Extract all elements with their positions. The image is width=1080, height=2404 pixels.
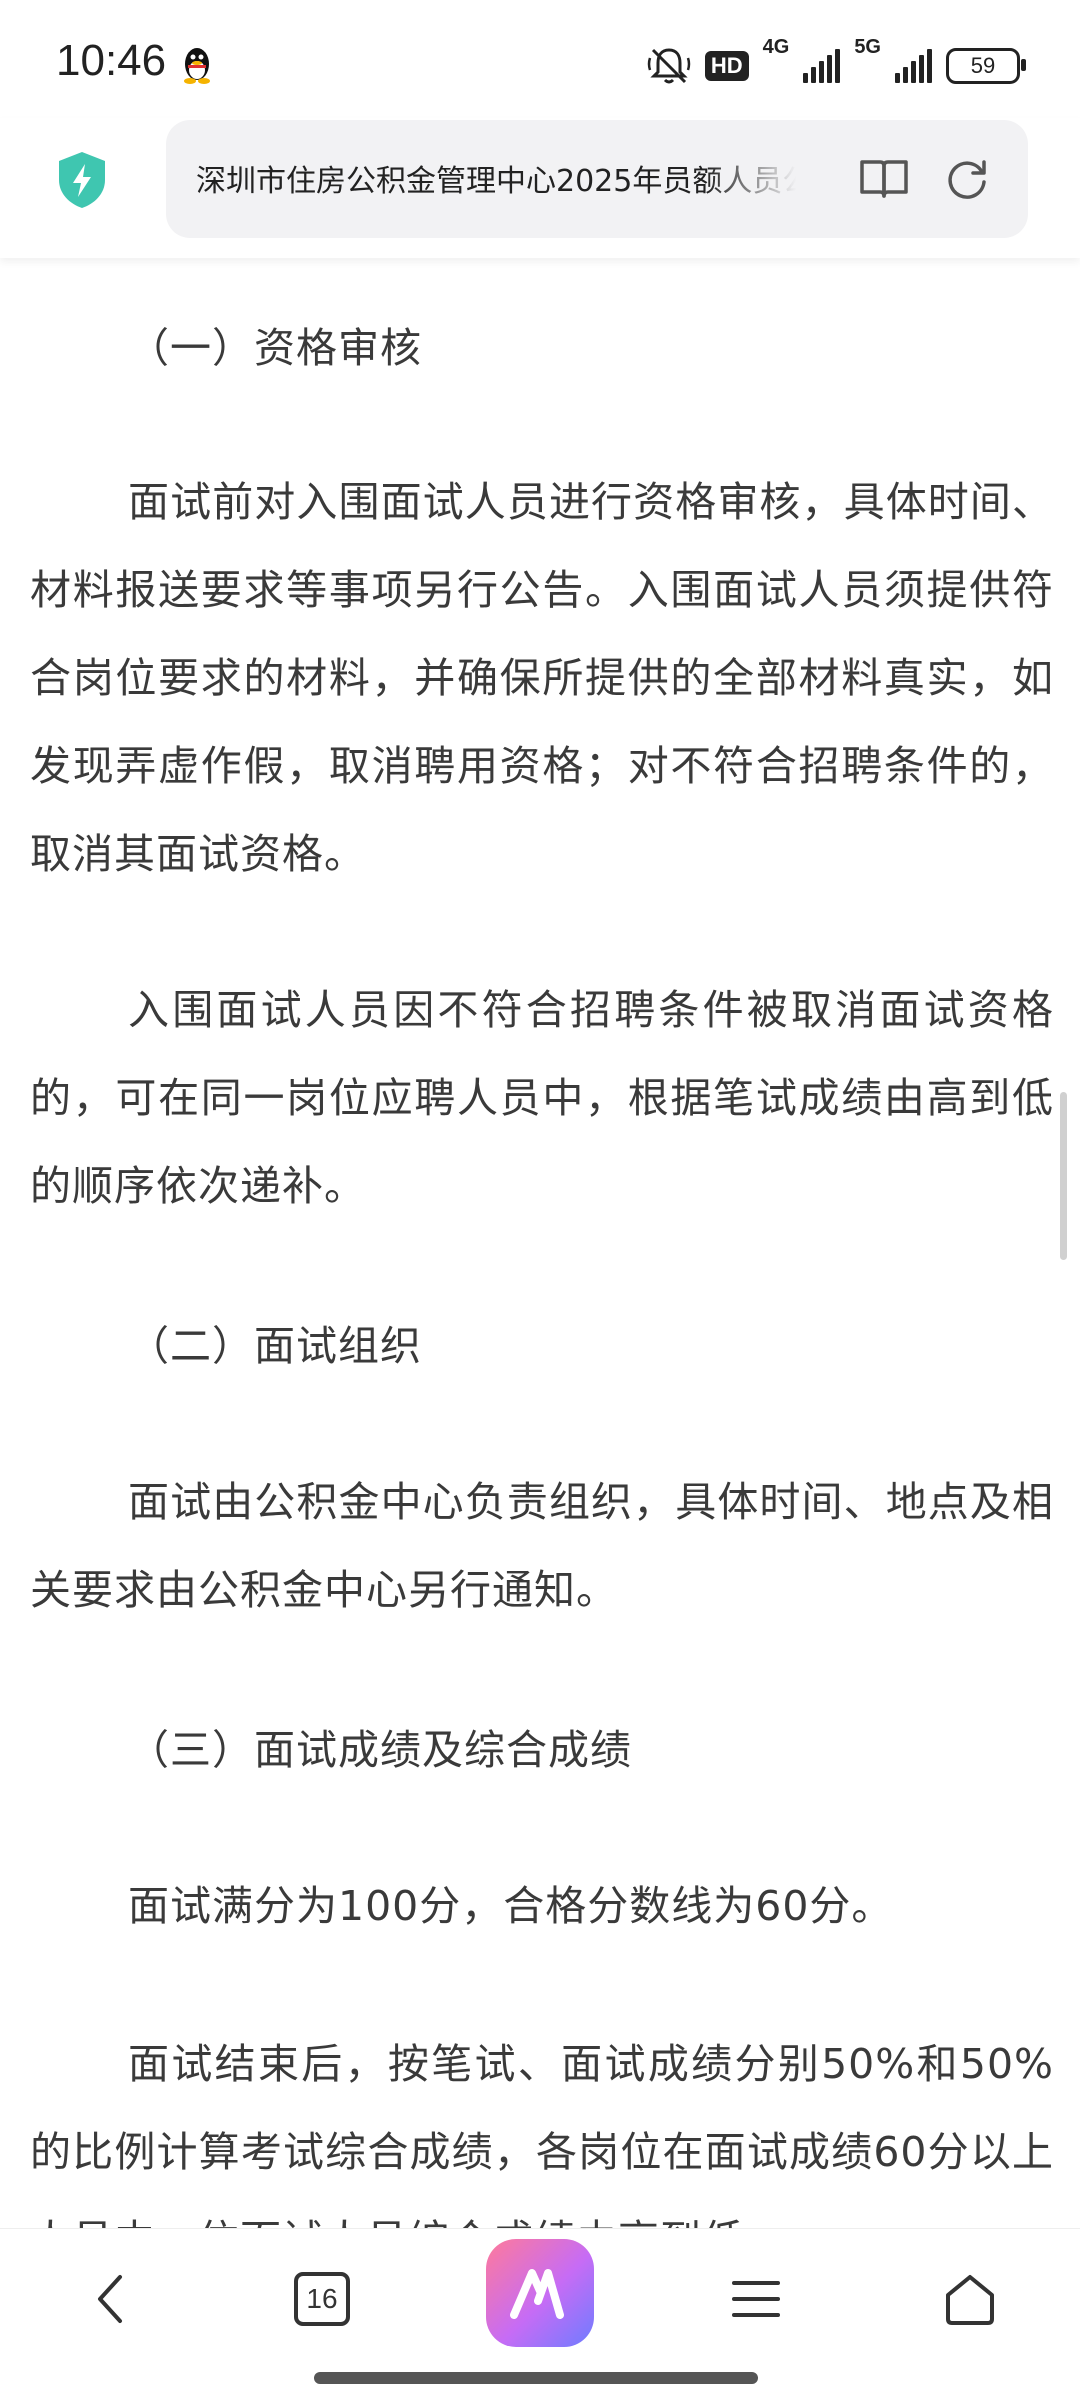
mute-bell-icon [647, 48, 691, 84]
paragraph-5: 面试结束后，按笔试、面试成绩分别50%和50%的比例计算考试综合成绩，各岗位在面… [30, 2040, 1054, 2228]
ai-assistant-icon [486, 2239, 594, 2347]
clock: 10:46 [56, 36, 167, 85]
paragraph-1: 面试前对入围面试人员进行资格审核，具体时间、材料报送要求等事项另行公告。入围面试… [30, 478, 1054, 878]
page-title-url[interactable]: 深圳市住房公积金管理中心2025年员额人员公开招聘公告 [196, 156, 796, 200]
status-bar: 10:46 HD 4G 5G 59 [0, 0, 1080, 120]
signal-strength-icon [803, 49, 841, 83]
address-bar[interactable]: 深圳市住房公积金管理中心2025年员额人员公开招聘公告 [166, 120, 1028, 238]
tabs-button[interactable]: 16 [282, 2259, 362, 2339]
tab-count-badge: 16 [294, 2272, 350, 2326]
home-indicator[interactable] [314, 2372, 758, 2384]
refresh-icon[interactable] [944, 156, 990, 202]
network-label-5g: 5G [854, 36, 881, 58]
status-icons: HD 4G 5G 59 [647, 36, 1026, 92]
network-label-4g: 4G [762, 36, 790, 58]
menu-button[interactable] [716, 2259, 796, 2339]
shield-bolt-icon[interactable] [56, 150, 108, 210]
article-content[interactable]: （一）资格审核 面试前对入围面试人员进行资格审核，具体时间、材料报送要求等事项另… [0, 258, 1080, 2228]
home-icon [946, 2275, 994, 2325]
battery-indicator: 59 [946, 48, 1026, 84]
paragraph-4: 面试满分为100分，合格分数线为60分。 [128, 1882, 894, 1930]
signal-strength-icon-2 [895, 49, 932, 83]
section-heading-1: （一）资格审核 [128, 324, 422, 372]
paragraph-2: 入围面试人员因不符合招聘条件被取消面试资格的，可在同一岗位应聘人员中，根据笔试成… [30, 986, 1054, 1210]
ai-assistant-button[interactable] [486, 2239, 594, 2347]
section-heading-3: （三）面试成绩及综合成绩 [128, 1726, 632, 1774]
home-button[interactable] [930, 2259, 1010, 2339]
browser-toolbar: 深圳市住房公积金管理中心2025年员额人员公开招聘公告 [0, 118, 1080, 258]
hd-badge: HD [704, 51, 749, 81]
section-heading-2: （二）面试组织 [128, 1322, 422, 1370]
paragraph-3: 面试由公积金中心负责组织，具体时间、地点及相关要求由公积金中心另行通知。 [30, 1478, 1054, 1614]
scrollbar-thumb[interactable] [1060, 1092, 1067, 1260]
back-arrow-icon [98, 2275, 122, 2323]
reader-book-icon[interactable] [858, 156, 910, 200]
menu-icon [732, 2281, 780, 2317]
back-button[interactable] [70, 2259, 150, 2339]
qq-penguin-icon [184, 48, 210, 84]
